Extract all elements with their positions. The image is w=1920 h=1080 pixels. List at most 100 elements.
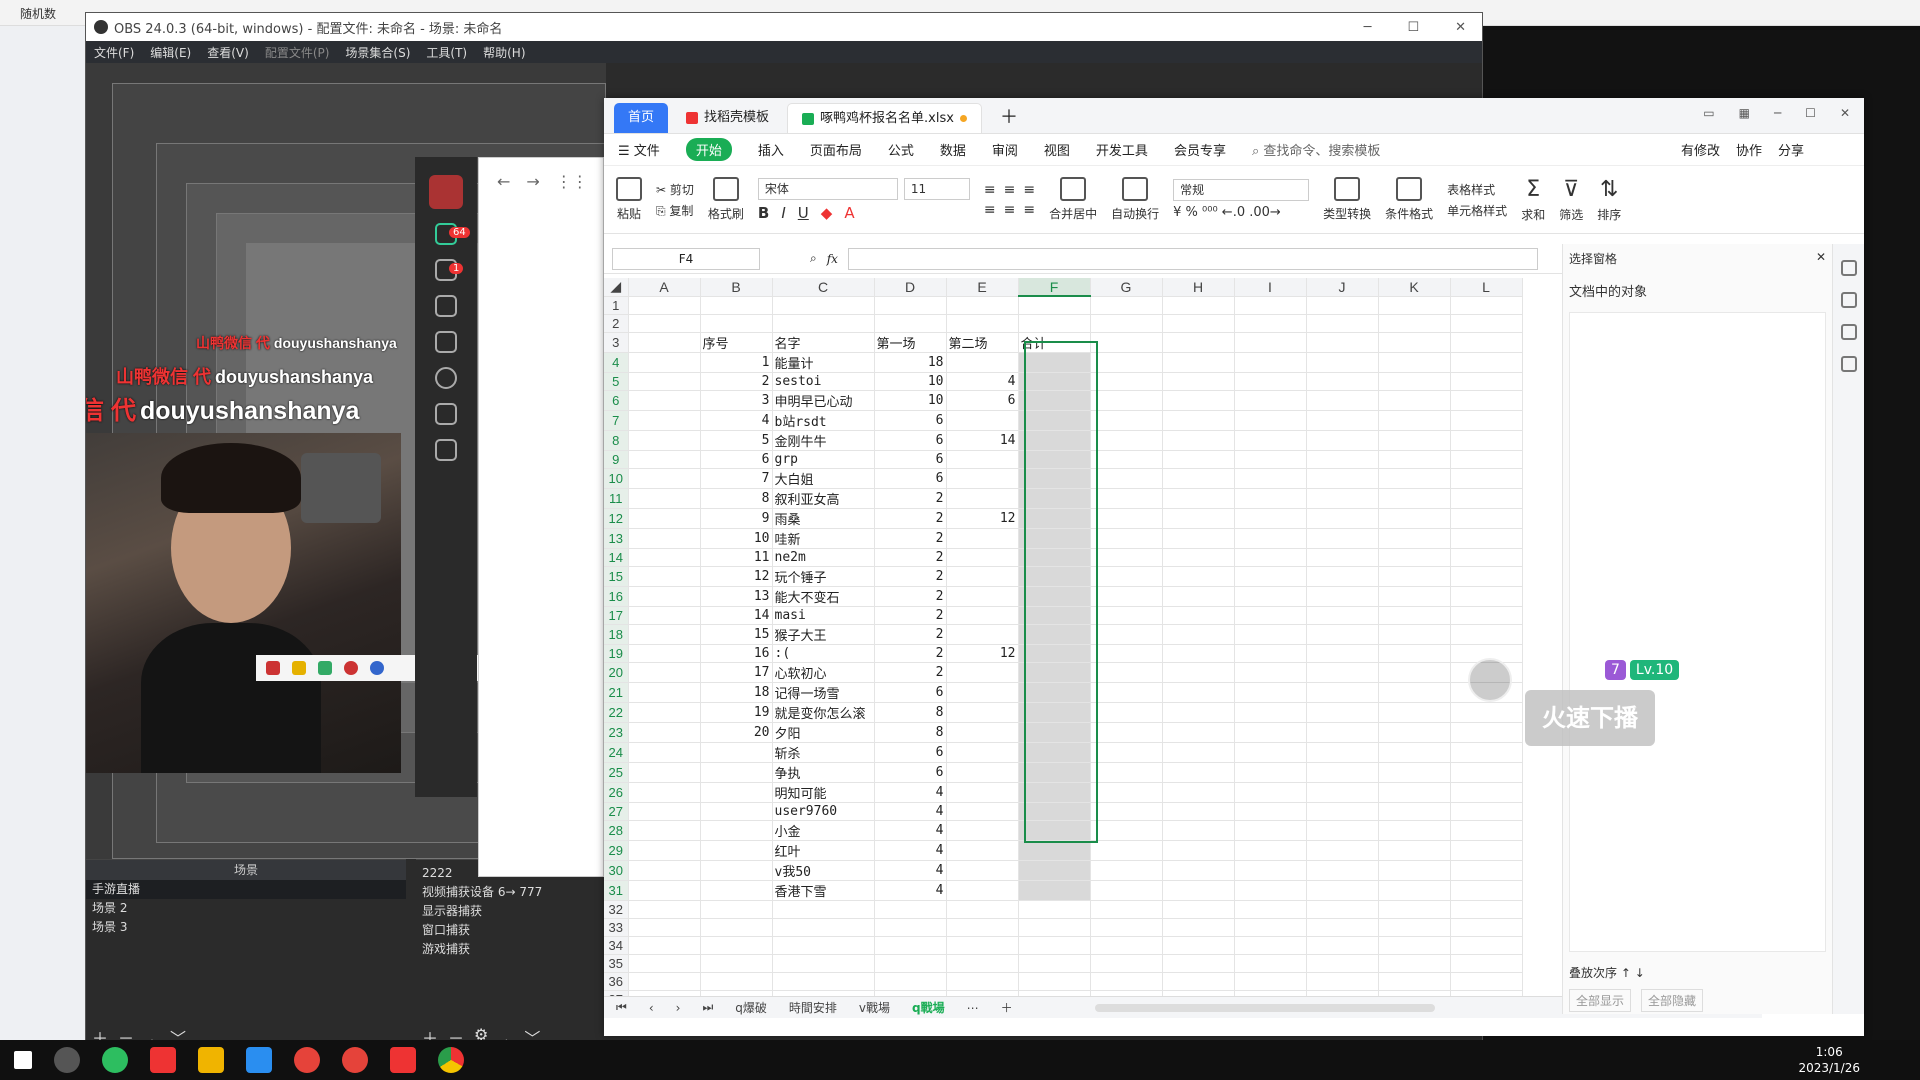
formula-input[interactable] xyxy=(847,247,1538,270)
cell[interactable] xyxy=(1090,682,1163,703)
maximize-icon[interactable]: ☐ xyxy=(1805,106,1816,120)
cell[interactable] xyxy=(1378,508,1451,529)
cell[interactable] xyxy=(1234,662,1307,683)
cell[interactable] xyxy=(1162,722,1235,743)
cell[interactable] xyxy=(946,840,1019,861)
cell[interactable] xyxy=(1306,606,1379,625)
cell[interactable] xyxy=(628,840,701,861)
cell[interactable] xyxy=(1378,314,1451,333)
cell[interactable] xyxy=(1162,296,1235,315)
cell[interactable] xyxy=(1306,954,1379,973)
cell[interactable] xyxy=(700,918,773,937)
row-header[interactable]: 2 xyxy=(604,314,629,333)
cell[interactable] xyxy=(1306,742,1379,763)
cell[interactable] xyxy=(1306,802,1379,821)
cell[interactable] xyxy=(700,840,773,861)
select-all-corner[interactable]: ◢ xyxy=(604,278,629,297)
cell[interactable]: 猴子大王 xyxy=(772,624,875,645)
row-header[interactable]: 16 xyxy=(604,586,629,607)
back-icon[interactable]: ← xyxy=(497,172,510,191)
app-taskbar-icon[interactable] xyxy=(342,1047,368,1073)
cell[interactable] xyxy=(1378,644,1451,663)
cell[interactable] xyxy=(1018,918,1091,937)
cell[interactable] xyxy=(1018,410,1091,431)
row-header[interactable]: 29 xyxy=(604,840,629,861)
row-header[interactable]: 24 xyxy=(604,742,629,763)
scene-item[interactable]: 场景 3 xyxy=(86,918,406,937)
cell[interactable] xyxy=(628,390,701,411)
cell[interactable] xyxy=(1018,972,1091,991)
cell[interactable] xyxy=(1450,936,1523,955)
cell[interactable] xyxy=(1234,972,1307,991)
sheet-tab-active[interactable]: q戰場 xyxy=(912,999,945,1016)
cell[interactable] xyxy=(1234,508,1307,529)
cell[interactable] xyxy=(1378,468,1451,489)
cell[interactable] xyxy=(946,954,1019,973)
cell[interactable]: 心软初心 xyxy=(772,662,875,683)
cell[interactable] xyxy=(1018,782,1091,803)
cell[interactable]: 7 xyxy=(700,468,773,489)
close-icon[interactable]: ✕ xyxy=(1840,106,1850,120)
cell[interactable] xyxy=(1450,802,1523,821)
cell[interactable] xyxy=(628,972,701,991)
cell[interactable]: 叙利亚女高 xyxy=(772,488,875,509)
align-top-icon[interactable]: ≡ xyxy=(984,182,996,198)
menu-insert[interactable]: 插入 xyxy=(758,140,784,159)
cell[interactable] xyxy=(1378,296,1451,315)
obs-menu-file[interactable]: 文件(F) xyxy=(94,44,134,61)
cell[interactable] xyxy=(628,860,701,881)
folder-icon[interactable] xyxy=(435,331,457,353)
cell[interactable]: 大白姐 xyxy=(772,468,875,489)
cell[interactable] xyxy=(1090,410,1163,431)
cell[interactable]: 4 xyxy=(946,372,1019,391)
cell[interactable] xyxy=(1306,722,1379,743)
menu-data[interactable]: 数据 xyxy=(940,140,966,159)
cell[interactable]: 12 xyxy=(946,644,1019,663)
cell[interactable] xyxy=(1306,820,1379,841)
cell[interactable] xyxy=(700,296,773,315)
cell[interactable] xyxy=(1450,488,1523,509)
cell[interactable] xyxy=(628,352,701,373)
cell[interactable] xyxy=(1090,936,1163,955)
cell[interactable]: 第二场 xyxy=(946,332,1019,353)
cell[interactable] xyxy=(1378,954,1451,973)
cell[interactable] xyxy=(700,802,773,821)
cell[interactable] xyxy=(1234,682,1307,703)
cell[interactable]: 小金 xyxy=(772,820,875,841)
cell[interactable] xyxy=(628,566,701,587)
cell[interactable] xyxy=(1162,860,1235,881)
cell[interactable] xyxy=(628,468,701,489)
cell[interactable]: 记得一场雪 xyxy=(772,682,875,703)
cell[interactable] xyxy=(1234,314,1307,333)
cell[interactable]: 12 xyxy=(946,508,1019,529)
row-header[interactable]: 31 xyxy=(604,880,629,901)
cell[interactable] xyxy=(628,296,701,315)
cell[interactable] xyxy=(1378,802,1451,821)
prev-sheet-icon[interactable]: ‹ xyxy=(649,1001,654,1015)
cell[interactable] xyxy=(1378,488,1451,509)
row-header[interactable]: 28 xyxy=(604,820,629,841)
cell[interactable] xyxy=(946,624,1019,645)
cell[interactable] xyxy=(1162,802,1235,821)
apps-icon[interactable]: ▦ xyxy=(1739,106,1750,120)
cell[interactable]: 3 xyxy=(700,390,773,411)
cell[interactable] xyxy=(628,606,701,625)
cell[interactable] xyxy=(1306,662,1379,683)
cell[interactable]: 13 xyxy=(700,586,773,607)
cell[interactable] xyxy=(628,900,701,919)
cell[interactable] xyxy=(1306,880,1379,901)
cell[interactable]: 1 xyxy=(700,352,773,373)
align-right-icon[interactable]: ≡ xyxy=(1023,202,1035,218)
cell[interactable] xyxy=(874,954,947,973)
cell[interactable] xyxy=(1162,372,1235,391)
cell[interactable] xyxy=(1378,372,1451,391)
cell[interactable] xyxy=(946,528,1019,549)
cell[interactable] xyxy=(628,450,701,469)
cell[interactable] xyxy=(1018,468,1091,489)
row-header[interactable]: 36 xyxy=(604,972,629,991)
share-button[interactable]: 分享 xyxy=(1778,140,1804,159)
row-header[interactable]: 19 xyxy=(604,644,629,663)
cell[interactable] xyxy=(1018,528,1091,549)
cell[interactable] xyxy=(1090,762,1163,783)
cell[interactable] xyxy=(1090,918,1163,937)
